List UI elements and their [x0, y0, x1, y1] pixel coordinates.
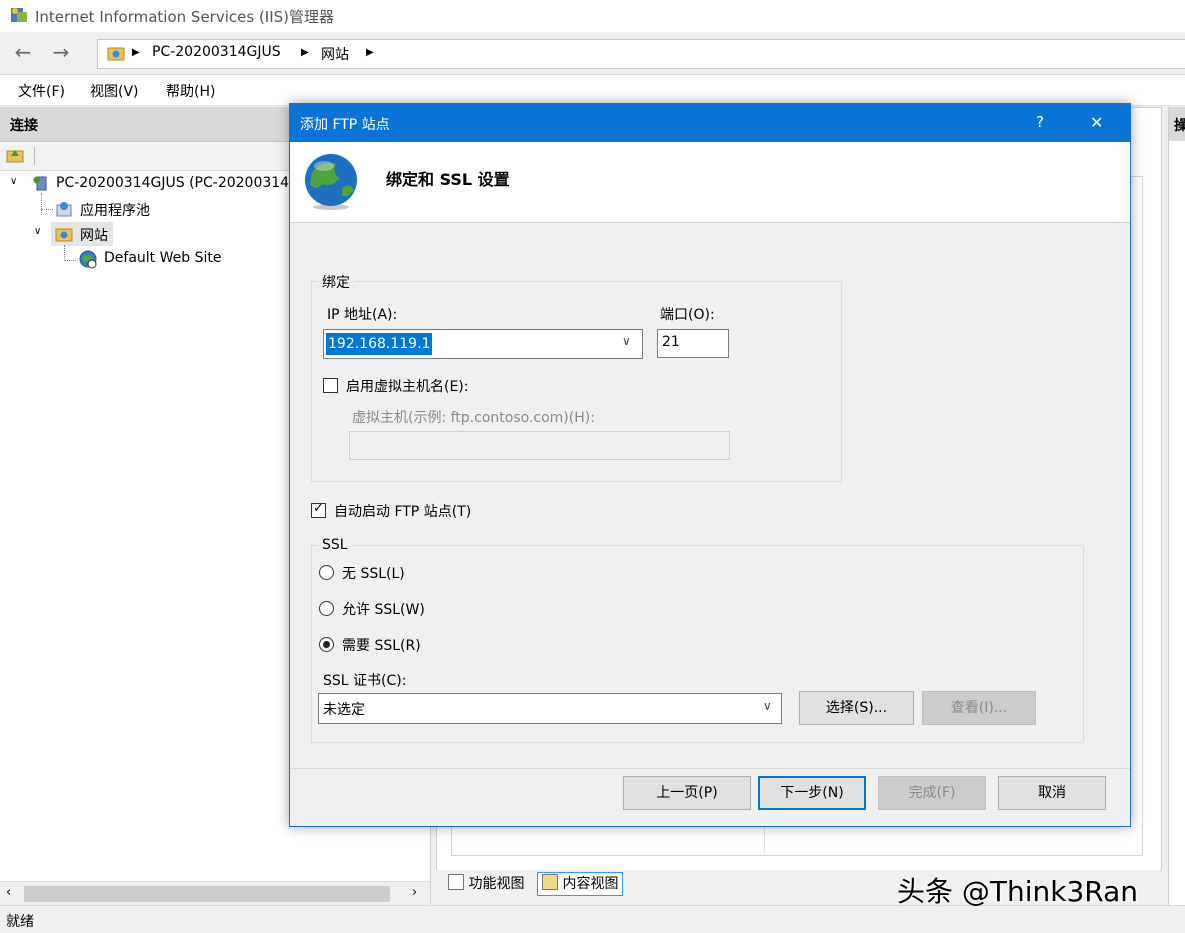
enable-virtual-host-label: 启用虚拟主机名(E):: [346, 379, 469, 395]
horizontal-scrollbar[interactable]: ‹ ›: [0, 881, 430, 906]
sites-folder-icon: [55, 228, 73, 242]
port-label: 端口(O):: [660, 307, 715, 323]
close-button[interactable]: ✕: [1090, 113, 1103, 132]
ssl-certificate-value: 未选定: [323, 702, 365, 718]
website-globe-icon: [79, 250, 97, 269]
arrow-right-icon: →: [52, 40, 70, 64]
breadcrumb-separator-icon: ▶: [132, 47, 140, 58]
breadcrumb-server[interactable]: PC-20200314GJUS: [152, 44, 281, 60]
menu-bar: 文件(F) 视图(V) 帮助(H): [0, 75, 1185, 106]
checkmark-icon: ✓: [313, 501, 324, 516]
virtual-host-label: 虚拟主机(示例: ftp.contoso.com)(H):: [352, 410, 595, 426]
tree-item-default-web-site[interactable]: Default Web Site: [104, 250, 221, 266]
toolbar-divider: [34, 147, 35, 165]
forward-button[interactable]: →: [46, 40, 76, 66]
breadcrumb-sites[interactable]: 网站: [321, 44, 349, 64]
features-view-icon: [448, 874, 464, 890]
dialog-heading: 绑定和 SSL 设置: [386, 170, 510, 189]
window-title: Internet Information Services (IIS)管理器: [35, 8, 335, 26]
finish-button[interactable]: 完成(F): [878, 776, 986, 810]
content-view-button[interactable]: 内容视图: [537, 872, 624, 896]
window-title-bar: Internet Information Services (IIS)管理器: [0, 0, 1185, 32]
connections-title: 连接: [10, 118, 38, 134]
breadcrumb-separator-icon: ▶: [366, 47, 374, 58]
ip-address-value: 192.168.119.1: [326, 333, 433, 355]
tree-item-app-pools[interactable]: 应用程序池: [80, 200, 150, 220]
dialog-title-bar: 添加 FTP 站点 ? ✕: [290, 104, 1130, 142]
site-folder-icon: [107, 47, 125, 61]
features-view-label: 功能视图: [468, 876, 525, 892]
next-button[interactable]: 下一步(N): [758, 776, 866, 810]
globe-icon: [305, 154, 357, 210]
actions-pane: 操: [1168, 107, 1185, 905]
previous-button[interactable]: 上一页(P): [623, 776, 751, 810]
dialog-header: 绑定和 SSL 设置: [290, 142, 1130, 223]
watermark-text: 头条 @Think3Ran: [897, 875, 1139, 908]
chevron-down-icon[interactable]: ∨: [34, 226, 41, 237]
help-button[interactable]: ?: [1036, 113, 1044, 131]
require-ssl-label: 需要 SSL(R): [342, 638, 421, 654]
auto-start-checkbox[interactable]: ✓: [311, 501, 326, 518]
arrow-left-icon: ←: [14, 40, 32, 64]
tree-connector: [41, 193, 42, 215]
virtual-host-input[interactable]: [349, 431, 730, 460]
view-certificate-button[interactable]: 查看(I)...: [922, 691, 1036, 725]
tree-connector: [41, 209, 53, 210]
scroll-left-icon[interactable]: ‹: [6, 885, 11, 900]
status-text: 就绪: [6, 914, 34, 930]
auto-start-label: 自动启动 FTP 站点(T): [334, 504, 472, 520]
allow-ssl-radio[interactable]: [319, 601, 334, 616]
port-value: 21: [662, 334, 680, 350]
tree-item-server[interactable]: PC-20200314GJUS (PC-20200314: [56, 175, 289, 191]
no-ssl-radio[interactable]: [319, 565, 334, 580]
menu-help[interactable]: 帮助(H): [166, 81, 215, 101]
dialog-title: 添加 FTP 站点: [300, 117, 390, 133]
actions-title: 操: [1174, 118, 1185, 134]
tree-connector: [64, 245, 65, 261]
chevron-down-icon[interactable]: ∨: [763, 699, 772, 713]
chevron-down-icon[interactable]: ∨: [10, 176, 17, 187]
scroll-right-icon[interactable]: ›: [412, 885, 417, 900]
connect-icon[interactable]: [6, 146, 24, 164]
binding-group-label: 绑定: [318, 272, 354, 292]
add-ftp-site-dialog: 添加 FTP 站点 ? ✕ 绑定和 SSL 设置 绑定 IP 地址(A): 19…: [289, 103, 1131, 827]
scrollbar-thumb[interactable]: [24, 886, 390, 902]
menu-file[interactable]: 文件(F): [18, 81, 65, 101]
iis-manager-icon: [11, 8, 27, 22]
breadcrumb-separator-icon: ▶: [301, 47, 309, 58]
ssl-certificate-combobox[interactable]: 未选定 ∨: [318, 693, 782, 724]
no-ssl-label: 无 SSL(L): [342, 566, 405, 582]
tree-connector: [64, 260, 76, 261]
application-pool-icon: [56, 202, 72, 217]
server-icon: [33, 176, 47, 191]
actions-header: 操: [1169, 107, 1185, 141]
content-view-label: 内容视图: [562, 876, 619, 892]
enable-virtual-host-checkbox[interactable]: [323, 378, 338, 393]
select-certificate-button[interactable]: 选择(S)...: [799, 691, 914, 725]
ssl-certificate-label: SSL 证书(C):: [323, 673, 407, 689]
allow-ssl-label: 允许 SSL(W): [342, 602, 425, 618]
features-view-button[interactable]: 功能视图: [444, 873, 528, 895]
radio-dot: [323, 641, 330, 648]
port-input[interactable]: 21: [657, 329, 729, 358]
tree-item-sites[interactable]: 网站: [80, 225, 108, 245]
chevron-down-icon[interactable]: ∨: [622, 334, 631, 348]
cancel-button[interactable]: 取消: [998, 776, 1106, 810]
footer-divider: [290, 768, 1130, 769]
address-bar: ← → ▶ PC-20200314GJUS ▶ 网站 ▶: [0, 32, 1185, 75]
require-ssl-radio[interactable]: [319, 637, 334, 652]
ip-address-combobox[interactable]: 192.168.119.1 ∨: [323, 329, 643, 359]
breadcrumb[interactable]: ▶ PC-20200314GJUS ▶ 网站 ▶: [97, 39, 1185, 69]
menu-view[interactable]: 视图(V): [90, 81, 139, 101]
content-view-icon: [542, 874, 558, 890]
ip-address-label: IP 地址(A):: [327, 307, 398, 323]
ssl-group-label: SSL: [318, 537, 352, 553]
back-button[interactable]: ←: [8, 40, 38, 66]
